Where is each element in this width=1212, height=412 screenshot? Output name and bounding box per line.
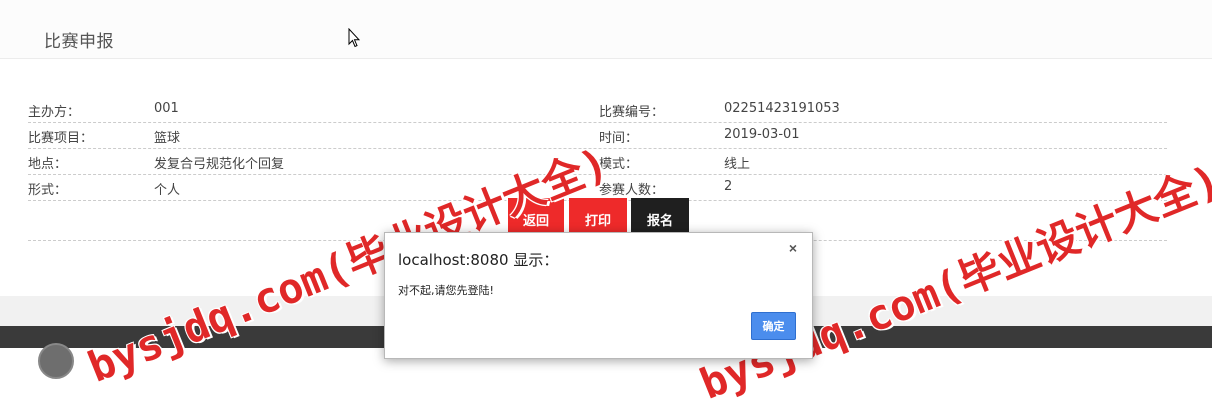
info-row: 形式： 个人 参赛人数： 2 (28, 174, 1167, 201)
ok-button[interactable]: 确定 (751, 312, 796, 340)
format-value: 个人 (154, 183, 181, 198)
format-label: 形式： (28, 183, 68, 198)
time-value: 2019-03-01 (724, 127, 800, 142)
time-label: 时间： (599, 131, 639, 146)
mode-label: 模式： (599, 157, 639, 172)
match-number-value: 02251423191053 (724, 101, 840, 116)
info-row: 地点： 发复合弓规范化个回复 模式： 线上 (28, 148, 1167, 175)
sport-label: 比赛项目： (28, 131, 94, 146)
location-value: 发复合弓规范化个回复 (154, 157, 285, 172)
dialog-title: localhost:8080 显示： (398, 251, 559, 269)
logo-icon (38, 343, 74, 379)
sport-value: 篮球 (154, 131, 181, 146)
alert-dialog: localhost:8080 显示： × 对不起,请您先登陆! 确定 (384, 232, 813, 359)
mouse-pointer-icon (348, 28, 360, 48)
mode-value: 线上 (724, 157, 751, 172)
participants-value: 2 (724, 179, 733, 194)
organizer-label: 主办方： (28, 105, 81, 120)
close-icon[interactable]: × (783, 239, 803, 257)
match-number-label: 比赛编号： (599, 105, 665, 120)
page-title: 比赛申报 (44, 32, 114, 52)
organizer-value: 001 (154, 101, 179, 116)
participants-label: 参赛人数： (599, 183, 665, 198)
dialog-message: 对不起,请您先登陆! (398, 284, 494, 297)
panel-header: 比赛申报 (0, 0, 1212, 59)
info-row: 比赛项目： 篮球 时间： 2019-03-01 (28, 122, 1167, 149)
location-label: 地点： (28, 157, 68, 172)
info-row: 主办方： 001 比赛编号： 02251423191053 (28, 96, 1167, 123)
